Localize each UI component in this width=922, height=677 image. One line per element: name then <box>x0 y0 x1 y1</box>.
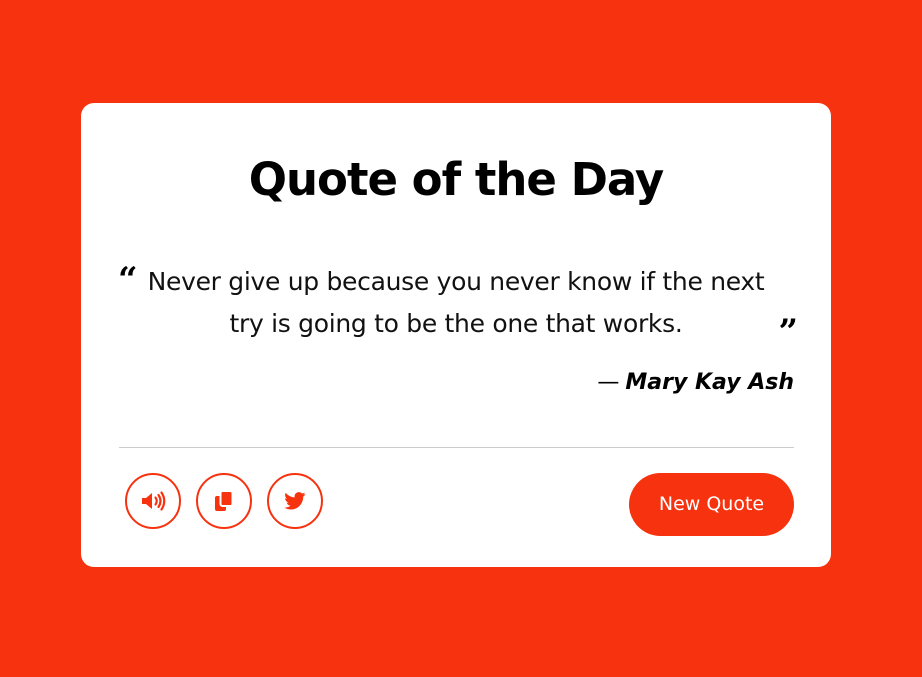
close-quote-icon: ” <box>778 312 798 352</box>
twitter-share-button[interactable] <box>267 473 323 529</box>
new-quote-button[interactable]: New Quote <box>629 473 794 536</box>
twitter-icon <box>284 492 306 510</box>
quote-author: — Mary Kay Ash <box>597 368 794 398</box>
author-dash: — <box>597 370 620 395</box>
quote-area: “ Never give up because you never know i… <box>118 260 798 349</box>
quote-card: Quote of the Day “ Never give up because… <box>81 103 831 567</box>
page-title: Quote of the Day <box>248 153 664 206</box>
copy-icon <box>215 490 234 511</box>
open-quote-icon: “ <box>118 260 138 300</box>
volume-icon <box>142 491 166 511</box>
copy-button[interactable] <box>196 473 252 529</box>
quote-text: Never give up because you never know if … <box>147 267 765 338</box>
author-name: Mary Kay Ash <box>625 370 794 395</box>
speak-button[interactable] <box>125 473 181 529</box>
divider <box>119 447 794 448</box>
